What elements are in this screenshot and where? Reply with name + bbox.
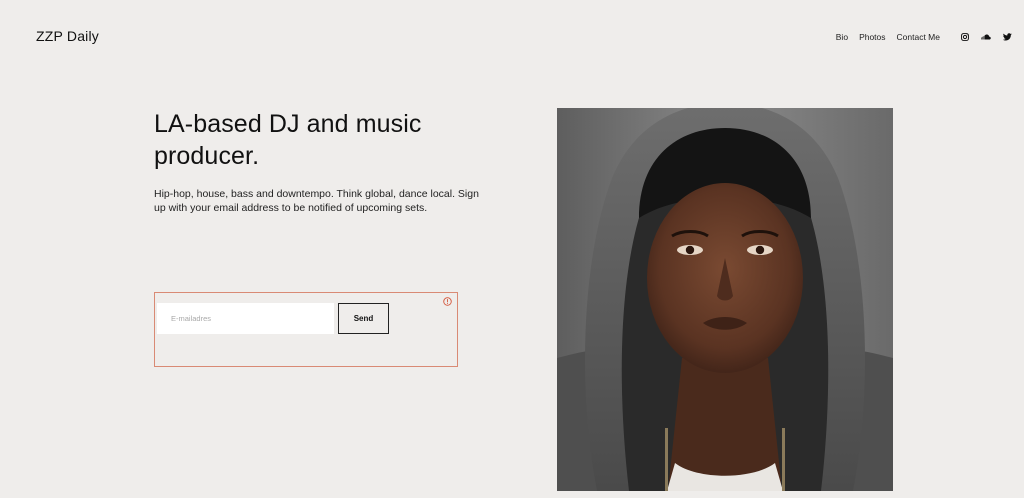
instagram-icon[interactable] bbox=[960, 32, 970, 42]
page-title: LA-based DJ and music producer. bbox=[154, 110, 422, 170]
artist-photo bbox=[557, 108, 893, 491]
nav-link-bio[interactable]: Bio bbox=[836, 32, 848, 42]
social-links bbox=[960, 32, 1012, 42]
nav-link-photos[interactable]: Photos bbox=[859, 32, 885, 42]
email-field[interactable] bbox=[157, 303, 334, 334]
error-icon bbox=[443, 297, 452, 306]
hero-description: Hip-hop, house, bass and downtempo. Thin… bbox=[154, 188, 479, 214]
newsletter-signup-form: Send bbox=[154, 292, 458, 367]
nav-link-contact[interactable]: Contact Me bbox=[897, 32, 940, 42]
twitter-icon[interactable] bbox=[1002, 32, 1012, 42]
soundcloud-icon[interactable] bbox=[981, 32, 991, 42]
site-title[interactable]: ZZP Daily bbox=[36, 28, 99, 44]
main-nav: Bio Photos Contact Me bbox=[836, 31, 1024, 43]
send-button[interactable]: Send bbox=[338, 303, 389, 334]
page: ZZP Daily Bio Photos Contact Me LA-based… bbox=[0, 0, 1024, 498]
